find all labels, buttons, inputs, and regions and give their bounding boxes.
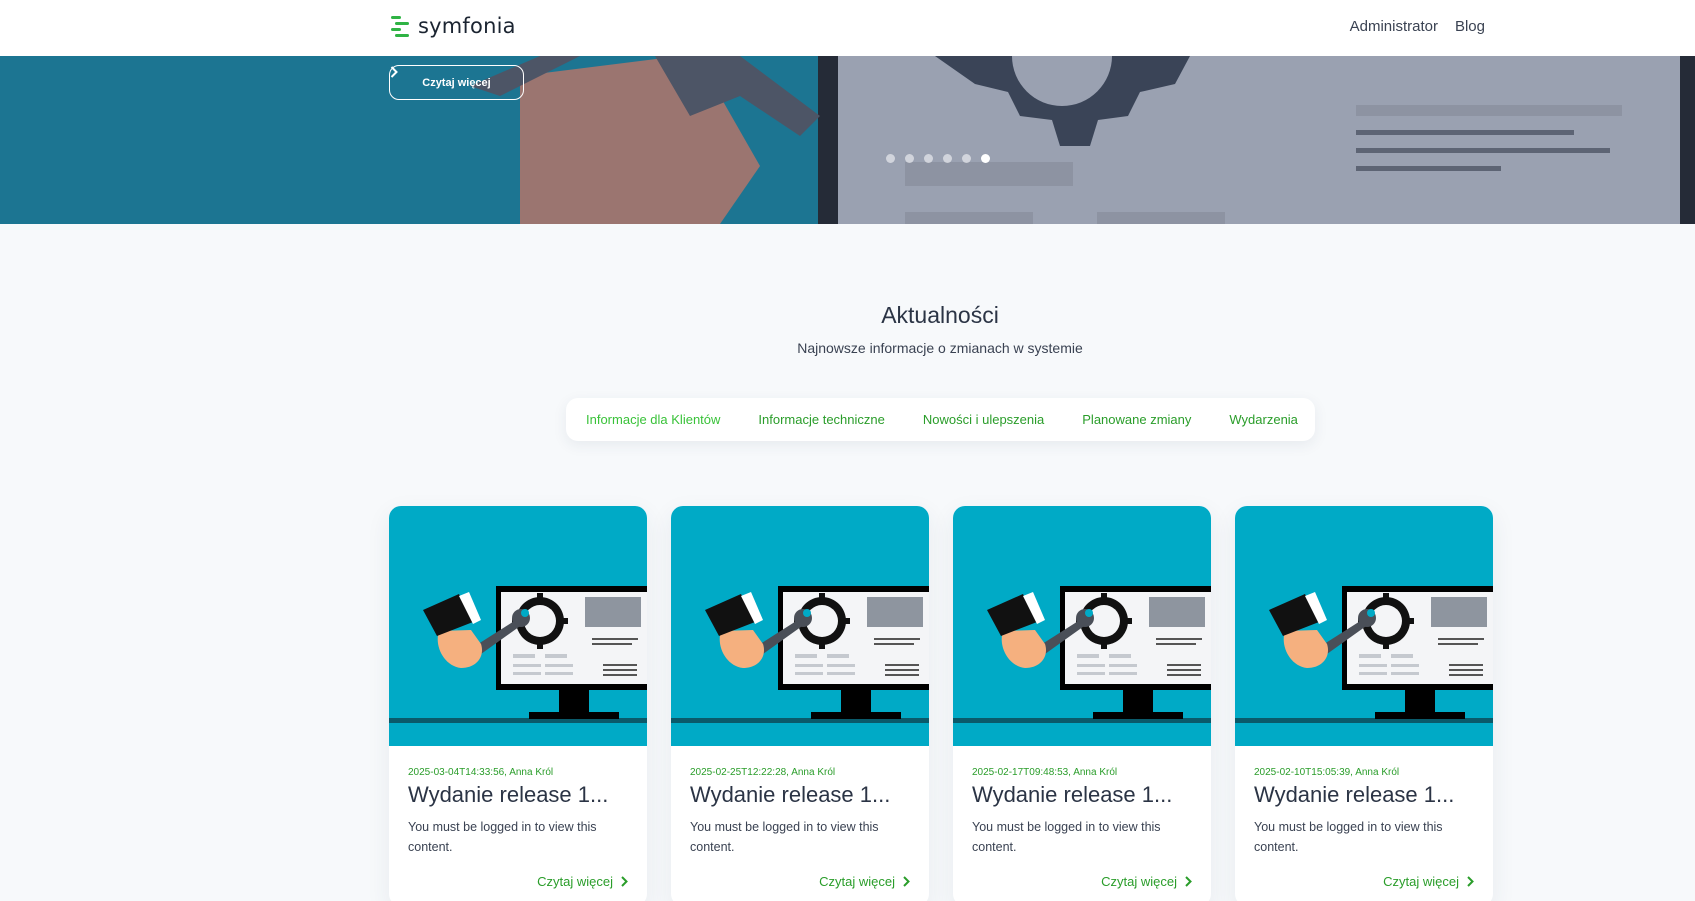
card-image (953, 506, 1211, 746)
hero-read-more-button[interactable]: Czytaj więcej (389, 65, 524, 100)
card-meta: 2025-03-04T14:33:56, Anna Król (408, 767, 554, 778)
brand-logo[interactable]: symfonia (389, 14, 516, 38)
maintenance-illustration (671, 586, 929, 723)
carousel-dot[interactable] (886, 154, 895, 163)
card-read-more-label: Czytaj więcej (537, 874, 613, 889)
card-read-more-link[interactable]: Czytaj więcej (819, 874, 910, 889)
logo-mark-icon (389, 14, 409, 38)
news-section-title: Aktualności (881, 302, 999, 328)
card-read-more-label: Czytaj więcej (819, 874, 895, 889)
news-card[interactable]: 2025-02-17T09:48:53, Anna Król Wydanie r… (953, 506, 1211, 901)
chevron-right-icon (621, 876, 628, 887)
card-read-more-label: Czytaj więcej (1383, 874, 1459, 889)
chevron-right-icon (1467, 876, 1474, 887)
maintenance-illustration (953, 586, 1211, 723)
hero-read-more-label: Czytaj więcej (422, 76, 491, 89)
card-read-more-label: Czytaj więcej (1101, 874, 1177, 889)
card-read-more-link[interactable]: Czytaj więcej (1101, 874, 1192, 889)
carousel-dot[interactable] (905, 154, 914, 163)
nav-administrator[interactable]: Administrator (1350, 18, 1438, 35)
tab-informacje-techniczne[interactable]: Informacje techniczne (758, 412, 884, 427)
top-header: symfonia Administrator Blog (0, 0, 1695, 56)
card-title[interactable]: Wydanie release 1... (972, 782, 1192, 808)
card-excerpt: You must be logged in to view this conte… (1254, 820, 1443, 854)
chevron-right-icon (903, 876, 910, 887)
card-read-more-link[interactable]: Czytaj więcej (1383, 874, 1474, 889)
card-meta: 2025-02-10T15:05:39, Anna Król (1254, 767, 1400, 778)
hero-illustration (0, 56, 1695, 224)
news-category-tabs: Informacje dla Klientów Informacje techn… (566, 398, 1315, 441)
news-card[interactable]: 2025-02-25T12:22:28, Anna Król Wydanie r… (671, 506, 929, 901)
maintenance-illustration (1235, 586, 1493, 723)
card-read-more-link[interactable]: Czytaj więcej (537, 874, 628, 889)
card-excerpt: You must be logged in to view this conte… (408, 820, 597, 854)
maintenance-illustration (389, 586, 647, 723)
news-card[interactable]: 2025-02-10T15:05:39, Anna Król Wydanie r… (1235, 506, 1493, 901)
tab-wydarzenia[interactable]: Wydarzenia (1229, 412, 1298, 427)
news-card[interactable]: 2025-03-04T14:33:56, Anna Król Wydanie r… (389, 506, 647, 901)
chevron-right-icon (390, 66, 398, 78)
carousel-dot[interactable] (943, 154, 952, 163)
card-excerpt: You must be logged in to view this conte… (972, 820, 1161, 854)
nav-blog[interactable]: Blog (1455, 18, 1485, 35)
tab-planowane-zmiany[interactable]: Planowane zmiany (1082, 412, 1191, 427)
card-image (1235, 506, 1493, 746)
carousel-dot-active[interactable] (981, 154, 990, 163)
tab-nowosci-i-ulepszenia[interactable]: Nowości i ulepszenia (923, 412, 1044, 427)
card-image (389, 506, 647, 746)
card-title[interactable]: Wydanie release 1... (690, 782, 910, 808)
carousel-dot[interactable] (924, 154, 933, 163)
card-meta: 2025-02-17T09:48:53, Anna Król (972, 767, 1118, 778)
card-image (671, 506, 929, 746)
hero-banner: Czytaj więcej (0, 56, 1695, 224)
carousel-indicators (886, 154, 990, 163)
card-title[interactable]: Wydanie release 1... (1254, 782, 1474, 808)
carousel-dot[interactable] (962, 154, 971, 163)
brand-name: symfonia (418, 14, 516, 38)
tab-informacje-dla-klientow[interactable]: Informacje dla Klientów (586, 412, 720, 427)
top-nav: Administrator Blog (1350, 18, 1485, 35)
card-title[interactable]: Wydanie release 1... (408, 782, 628, 808)
card-excerpt: You must be logged in to view this conte… (690, 820, 879, 854)
news-section-subtitle: Najnowsze informacje o zmianach w system… (797, 340, 1083, 356)
card-meta: 2025-02-25T12:22:28, Anna Król (690, 767, 836, 778)
chevron-right-icon (1185, 876, 1192, 887)
